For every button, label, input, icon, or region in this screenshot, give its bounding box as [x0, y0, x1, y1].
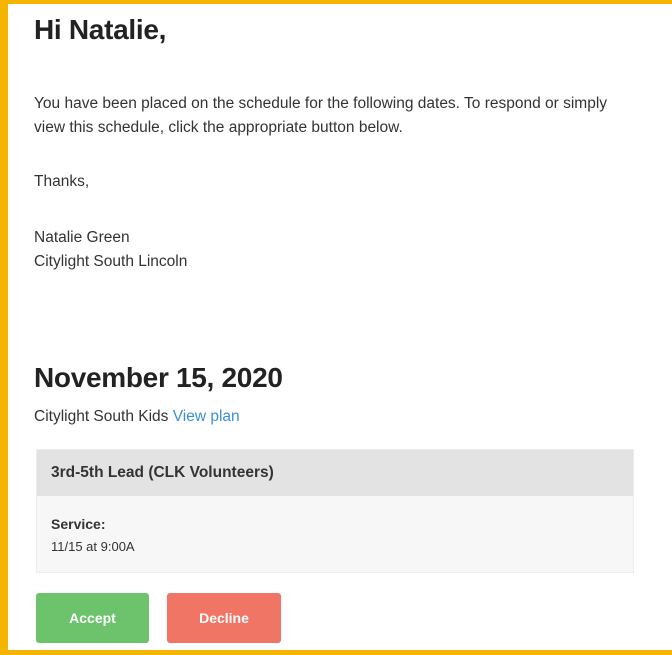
schedule-card: 3rd-5th Lead (CLK Volunteers) Service: 1… — [36, 449, 634, 573]
intro-paragraph: You have been placed on the schedule for… — [34, 95, 608, 136]
service-label: Service: — [51, 516, 106, 532]
position-title: 3rd-5th Lead (CLK Volunteers) — [37, 450, 633, 496]
signature-org: Citylight South Lincoln — [34, 253, 188, 270]
greeting-heading: Hi Natalie, — [34, 14, 167, 45]
plan-line: Citylight South Kids View plan — [34, 408, 240, 426]
thanks-text: Thanks, — [34, 173, 90, 190]
signature: Natalie Green Citylight South Lincoln — [34, 226, 187, 274]
service-details: Service: 11/15 at 9:00A — [37, 496, 633, 555]
signature-name: Natalie Green — [34, 229, 130, 246]
plan-name: Citylight South Kids — [34, 408, 169, 425]
accept-button[interactable]: Accept — [36, 593, 149, 643]
schedule-date-heading: November 15, 2020 — [34, 362, 283, 393]
service-time: 11/15 at 9:00A — [51, 539, 135, 554]
email-frame: Hi Natalie, You have been placed on the … — [0, 0, 672, 655]
view-plan-link[interactable]: View plan — [173, 408, 240, 425]
decline-button[interactable]: Decline — [167, 593, 281, 643]
